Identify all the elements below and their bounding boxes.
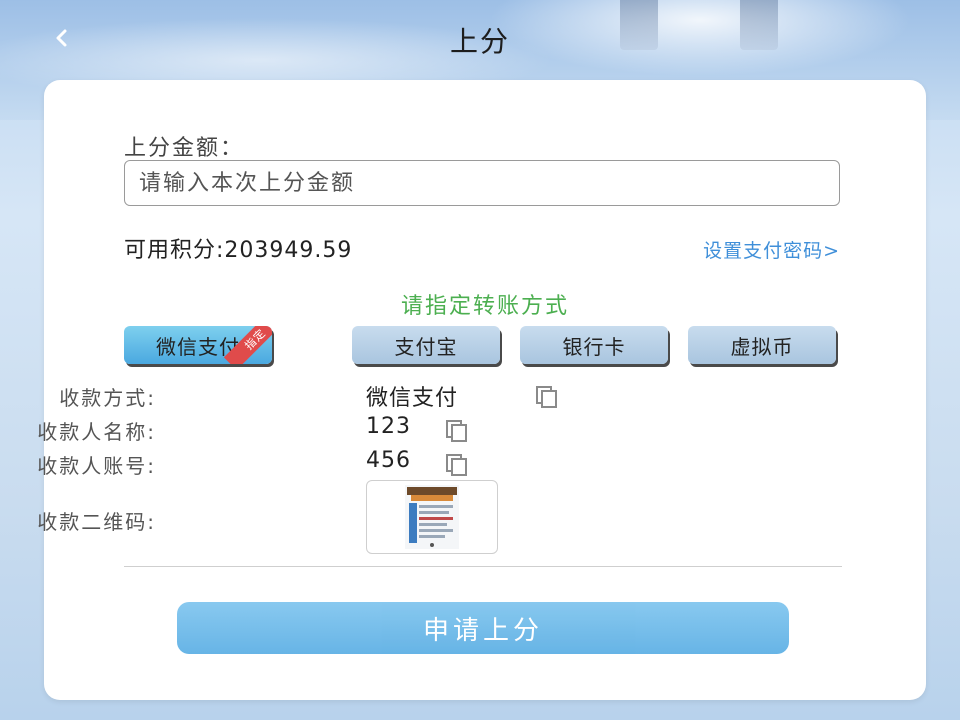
qr-code-thumbnail <box>405 485 459 549</box>
receiver-name-value: 123 <box>366 414 411 439</box>
set-pay-password-link[interactable]: 设置支付密码> <box>703 236 840 263</box>
receiver-name-label: 收款人名称: <box>37 420 156 444</box>
receiver-method-label: 收款方式: <box>59 386 156 410</box>
topup-card: 上分金额： 可用积分:203949.59 设置支付密码> 请指定转账方式 微信支… <box>37 80 926 700</box>
method-label: 支付宝 <box>394 334 458 359</box>
copy-icon[interactable] <box>444 452 470 478</box>
transfer-method-hint: 请指定转账方式 <box>400 294 569 319</box>
copy-icon[interactable] <box>444 418 470 444</box>
top-bar: 上分 <box>0 0 960 80</box>
receiver-qr-label: 收款二维码: <box>37 510 156 534</box>
payment-method-tabs: 微信支付 指定 支付宝 银行卡 虚拟币 <box>124 326 844 366</box>
divider <box>124 566 842 567</box>
receiver-qr-code[interactable] <box>366 480 498 554</box>
method-label: 银行卡 <box>562 334 626 359</box>
copy-icon[interactable] <box>534 384 560 410</box>
method-label: 虚拟币 <box>730 334 794 359</box>
receiver-name-row: 收款人名称: 123 <box>37 414 744 446</box>
method-bank-card[interactable]: 银行卡 <box>520 326 668 364</box>
amount-input[interactable] <box>124 160 840 206</box>
available-points: 可用积分:203949.59 <box>124 238 353 263</box>
method-wechat-pay[interactable]: 微信支付 指定 <box>124 326 272 364</box>
method-crypto[interactable]: 虚拟币 <box>688 326 836 364</box>
page-title: 上分 <box>449 25 510 58</box>
receiver-account-label: 收款人账号: <box>37 454 156 478</box>
amount-label: 上分金额： <box>124 136 245 161</box>
receiver-account-row: 收款人账号: 456 <box>37 448 744 480</box>
method-alipay[interactable]: 支付宝 <box>352 326 500 364</box>
receiver-method-value: 微信支付 <box>366 386 459 411</box>
apply-topup-button[interactable]: 申请上分 <box>177 602 789 654</box>
receiver-method-row: 收款方式: 微信支付 <box>44 382 744 412</box>
receiver-account-value: 456 <box>366 448 411 473</box>
